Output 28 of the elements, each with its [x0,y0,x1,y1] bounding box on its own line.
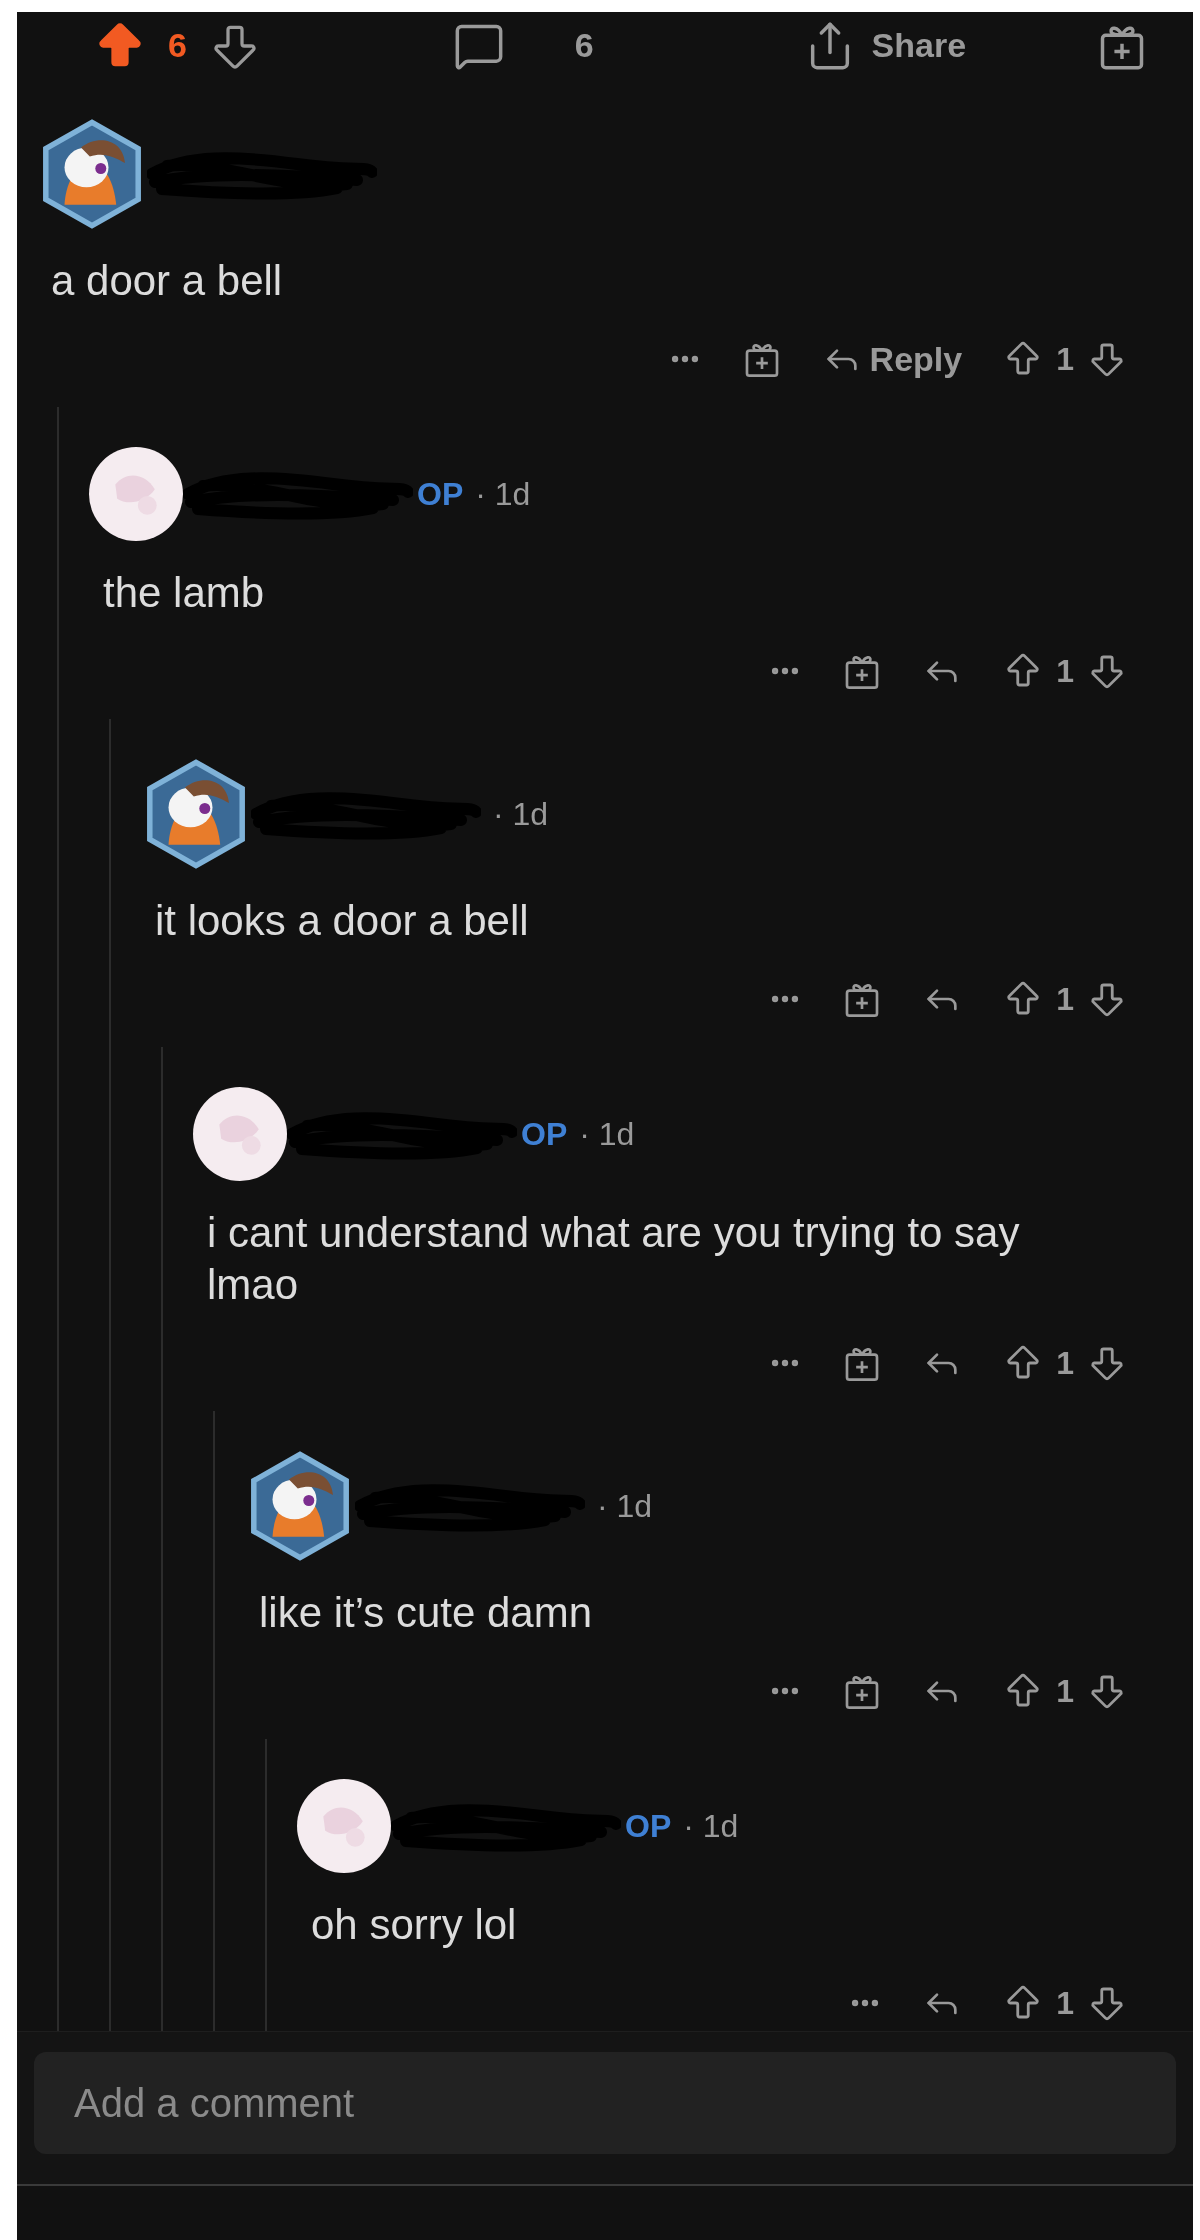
op-label: OP [417,475,464,515]
comment-count: 6 [574,25,594,67]
comment-text: like it’s cute damn [258,1588,594,1639]
score: 6 [168,25,187,67]
comment-text: a door a bell [50,256,284,307]
vote-count: 1 [1056,1344,1074,1384]
vote-count: 1 [1056,1984,1074,2024]
vote-count: 1 [1056,652,1074,692]
comment-text: it looks a door a bell [154,896,530,947]
vote-count: 1 [1056,980,1074,1020]
op-label: OP [625,1807,672,1847]
share-button[interactable]: Share [803,19,967,72]
comment-text: i cant understand what are you trying to say lmao [206,1208,1021,1311]
comment-time: · 1d [579,1115,635,1155]
vote-count: 1 [1056,1672,1074,1712]
reply-button[interactable]: Reply [821,333,963,385]
avatar-icon[interactable] [193,1087,287,1182]
vote-count: 1 [1056,340,1074,380]
comment-text: oh sorry lol [310,1900,518,1951]
comment-field[interactable]: Add a comment [34,2052,1176,2155]
comment-time: · 1d [493,795,549,835]
avatar-icon[interactable] [89,447,183,542]
op-label: OP [521,1115,568,1155]
comment-time: · 1d [597,1487,653,1527]
comment-text: the lamb [102,568,266,619]
comment-time: · 1d [683,1807,739,1847]
comment-time: · 1d [475,475,531,515]
avatar-icon[interactable] [297,1779,391,1874]
